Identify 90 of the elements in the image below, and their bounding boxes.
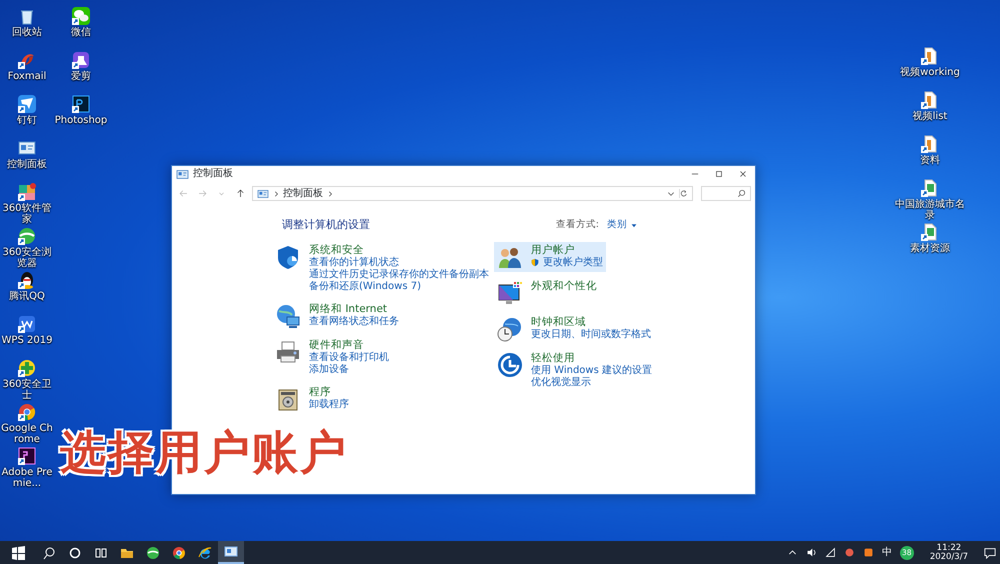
icon-label[interactable]: 视频list — [912, 111, 948, 122]
icon-label[interactable]: Adobe Premie... — [0, 467, 54, 489]
icon-label[interactable]: 控制面板 — [7, 159, 47, 170]
category-link[interactable]: 通过文件历史记录保存你的文件备份副本 — [309, 268, 489, 280]
globe-clock-icon[interactable] — [497, 316, 523, 342]
icon-label[interactable]: 微信 — [71, 27, 91, 38]
icon-label[interactable]: 资料 — [920, 155, 940, 166]
breadcrumb-link[interactable]: 控制面板 — [283, 187, 323, 200]
search-field[interactable] — [701, 186, 751, 201]
icon-label[interactable]: 爱剪 — [71, 71, 91, 82]
printer-icon[interactable] — [275, 338, 301, 364]
notification-icon[interactable] — [984, 546, 996, 558]
image-editor-icon[interactable] — [71, 94, 91, 114]
category-title[interactable]: 网络和 Internet — [309, 302, 399, 316]
category-title[interactable]: 时钟和区域 — [531, 316, 651, 328]
icon-label[interactable]: Foxmail — [8, 71, 46, 82]
view-by-label: 查看方式: — [556, 218, 599, 232]
app-tray-icon[interactable] — [844, 547, 855, 558]
icon-label[interactable]: 视频working — [900, 67, 960, 78]
address-bar[interactable]: 控制面板 — [252, 186, 693, 201]
icon-label[interactable]: 中国旅游城市名录 — [894, 199, 966, 221]
icon-label[interactable]: Google Chrome — [0, 423, 54, 445]
input-method-indicator[interactable]: 中 — [882, 545, 892, 560]
view-mode-dropdown[interactable]: 类别 — [607, 218, 637, 232]
clock-time[interactable]: 11:22 — [930, 544, 968, 552]
dropdown-caret-icon[interactable] — [667, 190, 675, 198]
icon-label[interactable]: 素材资源 — [910, 243, 950, 254]
circle-icon[interactable] — [68, 546, 82, 560]
category-title[interactable]: 用户帐户 — [531, 244, 603, 256]
category-link[interactable]: 卸载程序 — [309, 398, 349, 410]
control-panel-icon — [257, 188, 269, 198]
icon-label[interactable]: 回收站 — [12, 27, 42, 38]
video-logo-icon[interactable] — [17, 446, 37, 466]
category-link[interactable]: 备份和还原(Windows 7) — [309, 280, 489, 292]
shield-cross-icon[interactable] — [17, 358, 37, 378]
icon-label[interactable]: 360安全浏览器 — [0, 247, 54, 269]
category-link[interactable]: 添加设备 — [309, 364, 389, 376]
maximize-icon[interactable] — [714, 169, 724, 179]
up-arrow-icon[interactable] — [235, 188, 246, 199]
icon-label[interactable]: 360软件管家 — [0, 203, 54, 225]
category-title[interactable]: 系统和安全 — [309, 244, 489, 256]
icon-label[interactable]: 腾讯QQ — [9, 291, 45, 302]
shield-icon[interactable] — [275, 244, 301, 270]
refresh-icon[interactable] — [679, 189, 688, 198]
category-link[interactable]: 更改帐户类型 — [531, 256, 603, 268]
category-link[interactable]: 查看设备和打印机 — [309, 352, 389, 364]
app-tray-icon[interactable] — [862, 547, 874, 558]
accessibility-icon[interactable] — [497, 352, 523, 378]
category-title[interactable]: 硬件和声音 — [309, 338, 389, 352]
monitor-palette-icon[interactable] — [497, 280, 523, 306]
icon-label[interactable]: 360安全卫士 — [0, 379, 54, 401]
task-view-icon[interactable] — [94, 546, 108, 560]
close-icon[interactable] — [738, 169, 748, 179]
search-icon[interactable] — [42, 546, 56, 560]
category-title[interactable]: 轻松使用 — [531, 352, 652, 364]
e-logo-icon[interactable] — [198, 546, 212, 560]
app-grid-icon[interactable] — [17, 182, 37, 202]
category-highlight[interactable]: 用户帐户 更改帐户类型 — [494, 242, 606, 272]
windows-logo-icon[interactable] — [11, 546, 25, 560]
clock-date[interactable]: 2020/3/7 — [930, 552, 968, 562]
search-icon — [737, 189, 746, 198]
icon-label[interactable]: WPS 2019 — [2, 335, 52, 346]
chrome-icon[interactable] — [172, 546, 186, 560]
icon-label[interactable]: 钉钉 — [17, 115, 37, 126]
dropdown-caret-icon — [631, 222, 637, 228]
category-link[interactable]: 更改日期、时间或数字格式 — [531, 328, 651, 340]
network-icon[interactable] — [824, 547, 836, 558]
control-panel-icon[interactable] — [224, 544, 238, 558]
chevron-icon — [327, 190, 333, 198]
page-heading: 调整计算机的设置 — [282, 217, 370, 233]
window-title: 控制面板 — [193, 166, 233, 181]
category-link[interactable]: 使用 Windows 建议的设置 — [531, 364, 652, 376]
taskbar-active-button[interactable] — [218, 541, 244, 564]
globe-icon[interactable] — [17, 226, 37, 246]
chat-bubbles-icon[interactable] — [71, 6, 91, 26]
category-link[interactable]: 查看你的计算机状态 — [309, 256, 489, 268]
globe-icon[interactable] — [146, 546, 160, 560]
category-link[interactable]: 查看网络状态和任务 — [309, 316, 399, 328]
chrome-icon[interactable] — [17, 402, 37, 422]
chevron-icon — [273, 190, 279, 198]
icon-label[interactable]: Photoshop — [54, 115, 108, 126]
network-globe-icon[interactable] — [275, 302, 301, 328]
shield-icon — [531, 258, 539, 267]
category-link[interactable]: 优化视觉显示 — [531, 376, 652, 388]
control-panel-icon — [176, 168, 189, 180]
app-logo-icon[interactable] — [71, 50, 91, 70]
speaker-icon[interactable] — [806, 547, 817, 558]
document-logo-icon[interactable] — [17, 314, 37, 334]
category-title[interactable]: 外观和个性化 — [531, 280, 597, 292]
category-title[interactable]: 程序 — [309, 386, 349, 398]
